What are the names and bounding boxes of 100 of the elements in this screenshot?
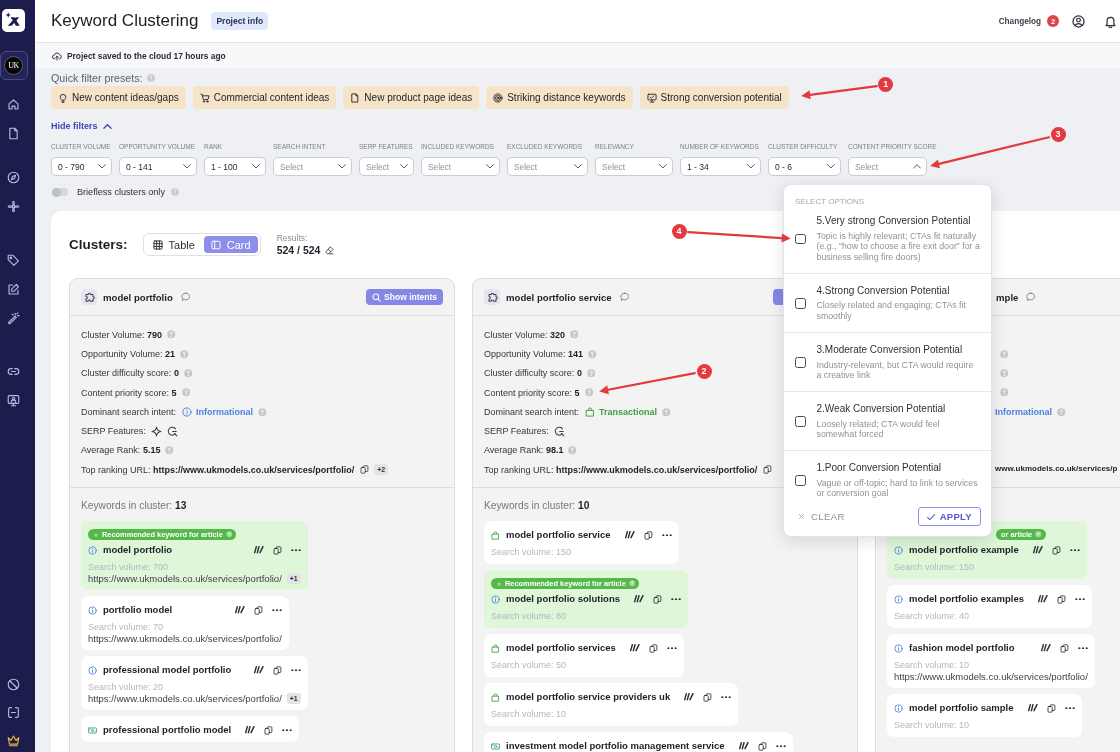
slashes-icon[interactable]	[738, 742, 749, 750]
slashes-icon[interactable]	[634, 595, 644, 603]
keyword-card[interactable]: model portfolio examples Search volume: 40	[887, 585, 1093, 628]
slashes-icon[interactable]	[253, 546, 264, 554]
more-icon[interactable]	[1075, 597, 1086, 601]
app-logo[interactable]	[2, 9, 25, 32]
more-icon[interactable]	[721, 695, 732, 699]
minus-brackets-icon[interactable]	[7, 706, 20, 719]
intent-value[interactable]: Informational	[196, 406, 254, 417]
document-icon[interactable]	[7, 127, 20, 140]
copy-icon[interactable]	[272, 665, 282, 675]
crown-icon[interactable]	[7, 734, 20, 747]
flower-icon[interactable]	[7, 200, 20, 213]
more-icon[interactable]	[775, 744, 786, 748]
chevron-down-icon	[400, 164, 408, 169]
keyword-card[interactable]: portfolio model Search volume: 70 https://www.ukmodels.co.uk/services/portfolio/	[81, 596, 289, 650]
checkbox[interactable]	[795, 357, 806, 368]
filter-select[interactable]: 0 - 141	[119, 157, 197, 176]
more-icon[interactable]	[1077, 646, 1088, 650]
slashes-icon[interactable]	[624, 531, 635, 539]
keyword-card[interactable]: model portfolio services Search volume: 50	[484, 634, 684, 677]
option-title[interactable]: 1.Poor Conversion Potential	[816, 462, 981, 475]
filter-select[interactable]: 0 - 6	[768, 157, 841, 176]
filter-select[interactable]: 1 - 34	[680, 157, 761, 176]
checkbox[interactable]	[795, 298, 806, 309]
slashes-icon[interactable]	[1027, 704, 1038, 712]
copy-icon[interactable]	[264, 725, 274, 735]
option-title[interactable]: 2.Weak Conversion Potential	[816, 403, 981, 415]
copy-icon[interactable]	[653, 594, 662, 604]
slashes-icon[interactable]	[1038, 595, 1049, 603]
eraser-icon[interactable]	[325, 245, 335, 255]
magic-wand-icon[interactable]	[7, 312, 20, 325]
copy-icon[interactable]	[1057, 594, 1067, 604]
more-icon[interactable]	[282, 728, 293, 732]
keyword-card[interactable]: model portfolio service Search volume: 150	[484, 521, 679, 564]
slashes-icon[interactable]	[245, 726, 256, 734]
preset-button[interactable]: New product page ideas	[343, 86, 480, 109]
option-title[interactable]: 5.Very strong Conversion Potential	[816, 215, 981, 227]
home-icon[interactable]	[7, 98, 20, 111]
show-intents-button[interactable]	[773, 289, 784, 305]
project-switcher-button[interactable]: UK	[0, 51, 28, 80]
option-title[interactable]: 4.Strong Conversion Potential	[816, 284, 981, 297]
copy-icon[interactable]	[1046, 703, 1056, 713]
preset-button[interactable]: New content ideas/gaps	[51, 86, 186, 109]
more-icon[interactable]	[1064, 706, 1075, 710]
preset-button[interactable]: Commercial content ideas	[192, 86, 337, 109]
checkbox[interactable]	[795, 416, 806, 427]
keyword-card[interactable]: investment model portfolio management service	[484, 732, 793, 752]
monitor-user-icon[interactable]	[7, 394, 20, 407]
more-icon[interactable]	[290, 668, 301, 672]
chat-bubble-icon[interactable]	[1026, 292, 1036, 302]
briefless-toggle[interactable]	[52, 188, 68, 196]
copy-icon[interactable]	[703, 692, 713, 702]
preset-button[interactable]: Striking distance keywords	[486, 86, 633, 109]
copy-icon[interactable]	[253, 605, 263, 615]
copy-icon[interactable]	[643, 530, 653, 540]
checkbox[interactable]	[795, 475, 806, 486]
copy-icon[interactable]	[757, 741, 767, 751]
copy-icon[interactable]	[763, 465, 773, 475]
more-icon[interactable]	[671, 597, 681, 601]
slashes-icon[interactable]	[234, 606, 245, 614]
keyword-card[interactable]: fashion model portfolio Search volume: 10 https://www.ukmodels.co.uk/services/portfolio/	[887, 634, 1095, 688]
more-icon[interactable]	[271, 608, 282, 612]
project-info-button[interactable]: Project info	[211, 12, 269, 30]
slashes-icon[interactable]	[1040, 644, 1051, 652]
apply-button[interactable]: APPLY	[917, 507, 981, 527]
intent-value[interactable]: Informational	[995, 406, 1052, 417]
copy-icon[interactable]	[360, 465, 370, 475]
keyword-card[interactable]: professional portfolio model	[81, 716, 300, 742]
filter-select[interactable]: 1 - 100	[204, 157, 266, 176]
chat-bubble-icon[interactable]	[180, 292, 191, 302]
more-icon[interactable]	[661, 533, 672, 537]
user-icon[interactable]	[1072, 14, 1085, 28]
more-icon[interactable]	[290, 548, 301, 552]
slashes-icon[interactable]	[253, 666, 264, 674]
link-icon[interactable]	[7, 365, 20, 378]
option-title[interactable]: 3.Moderate Conversion Potential	[816, 343, 981, 356]
slashes-icon[interactable]	[629, 644, 640, 652]
more-icon[interactable]	[666, 646, 677, 650]
checkbox[interactable]	[795, 233, 806, 245]
view-tab[interactable]: Table	[145, 236, 202, 253]
compass-icon[interactable]	[7, 171, 20, 184]
tag-icon[interactable]	[7, 254, 20, 267]
edit-icon[interactable]	[7, 283, 20, 296]
preset-button[interactable]: Strong conversion potential	[639, 86, 789, 109]
keyword-card[interactable]: model portfolio service providers uk Search volume: 10	[484, 683, 739, 726]
filter-select[interactable]: 0 - 790	[51, 157, 112, 176]
copy-icon[interactable]	[272, 545, 282, 555]
copy-icon[interactable]	[1051, 545, 1061, 555]
hide-filters-link[interactable]: Hide filters	[51, 120, 112, 132]
chat-bubble-icon[interactable]	[619, 292, 630, 302]
slashes-icon[interactable]	[684, 693, 695, 701]
more-icon[interactable]	[1069, 548, 1080, 552]
circle-slash-icon[interactable]	[7, 678, 20, 691]
slashes-icon[interactable]	[1032, 546, 1043, 554]
bell-icon[interactable]	[1104, 14, 1117, 28]
copy-icon[interactable]	[1059, 643, 1069, 653]
keyword-card[interactable]: model portfolio sample Search volume: 10	[887, 694, 1082, 737]
changelog-link[interactable]: Changelog	[998, 16, 1041, 26]
copy-icon[interactable]	[648, 643, 658, 653]
